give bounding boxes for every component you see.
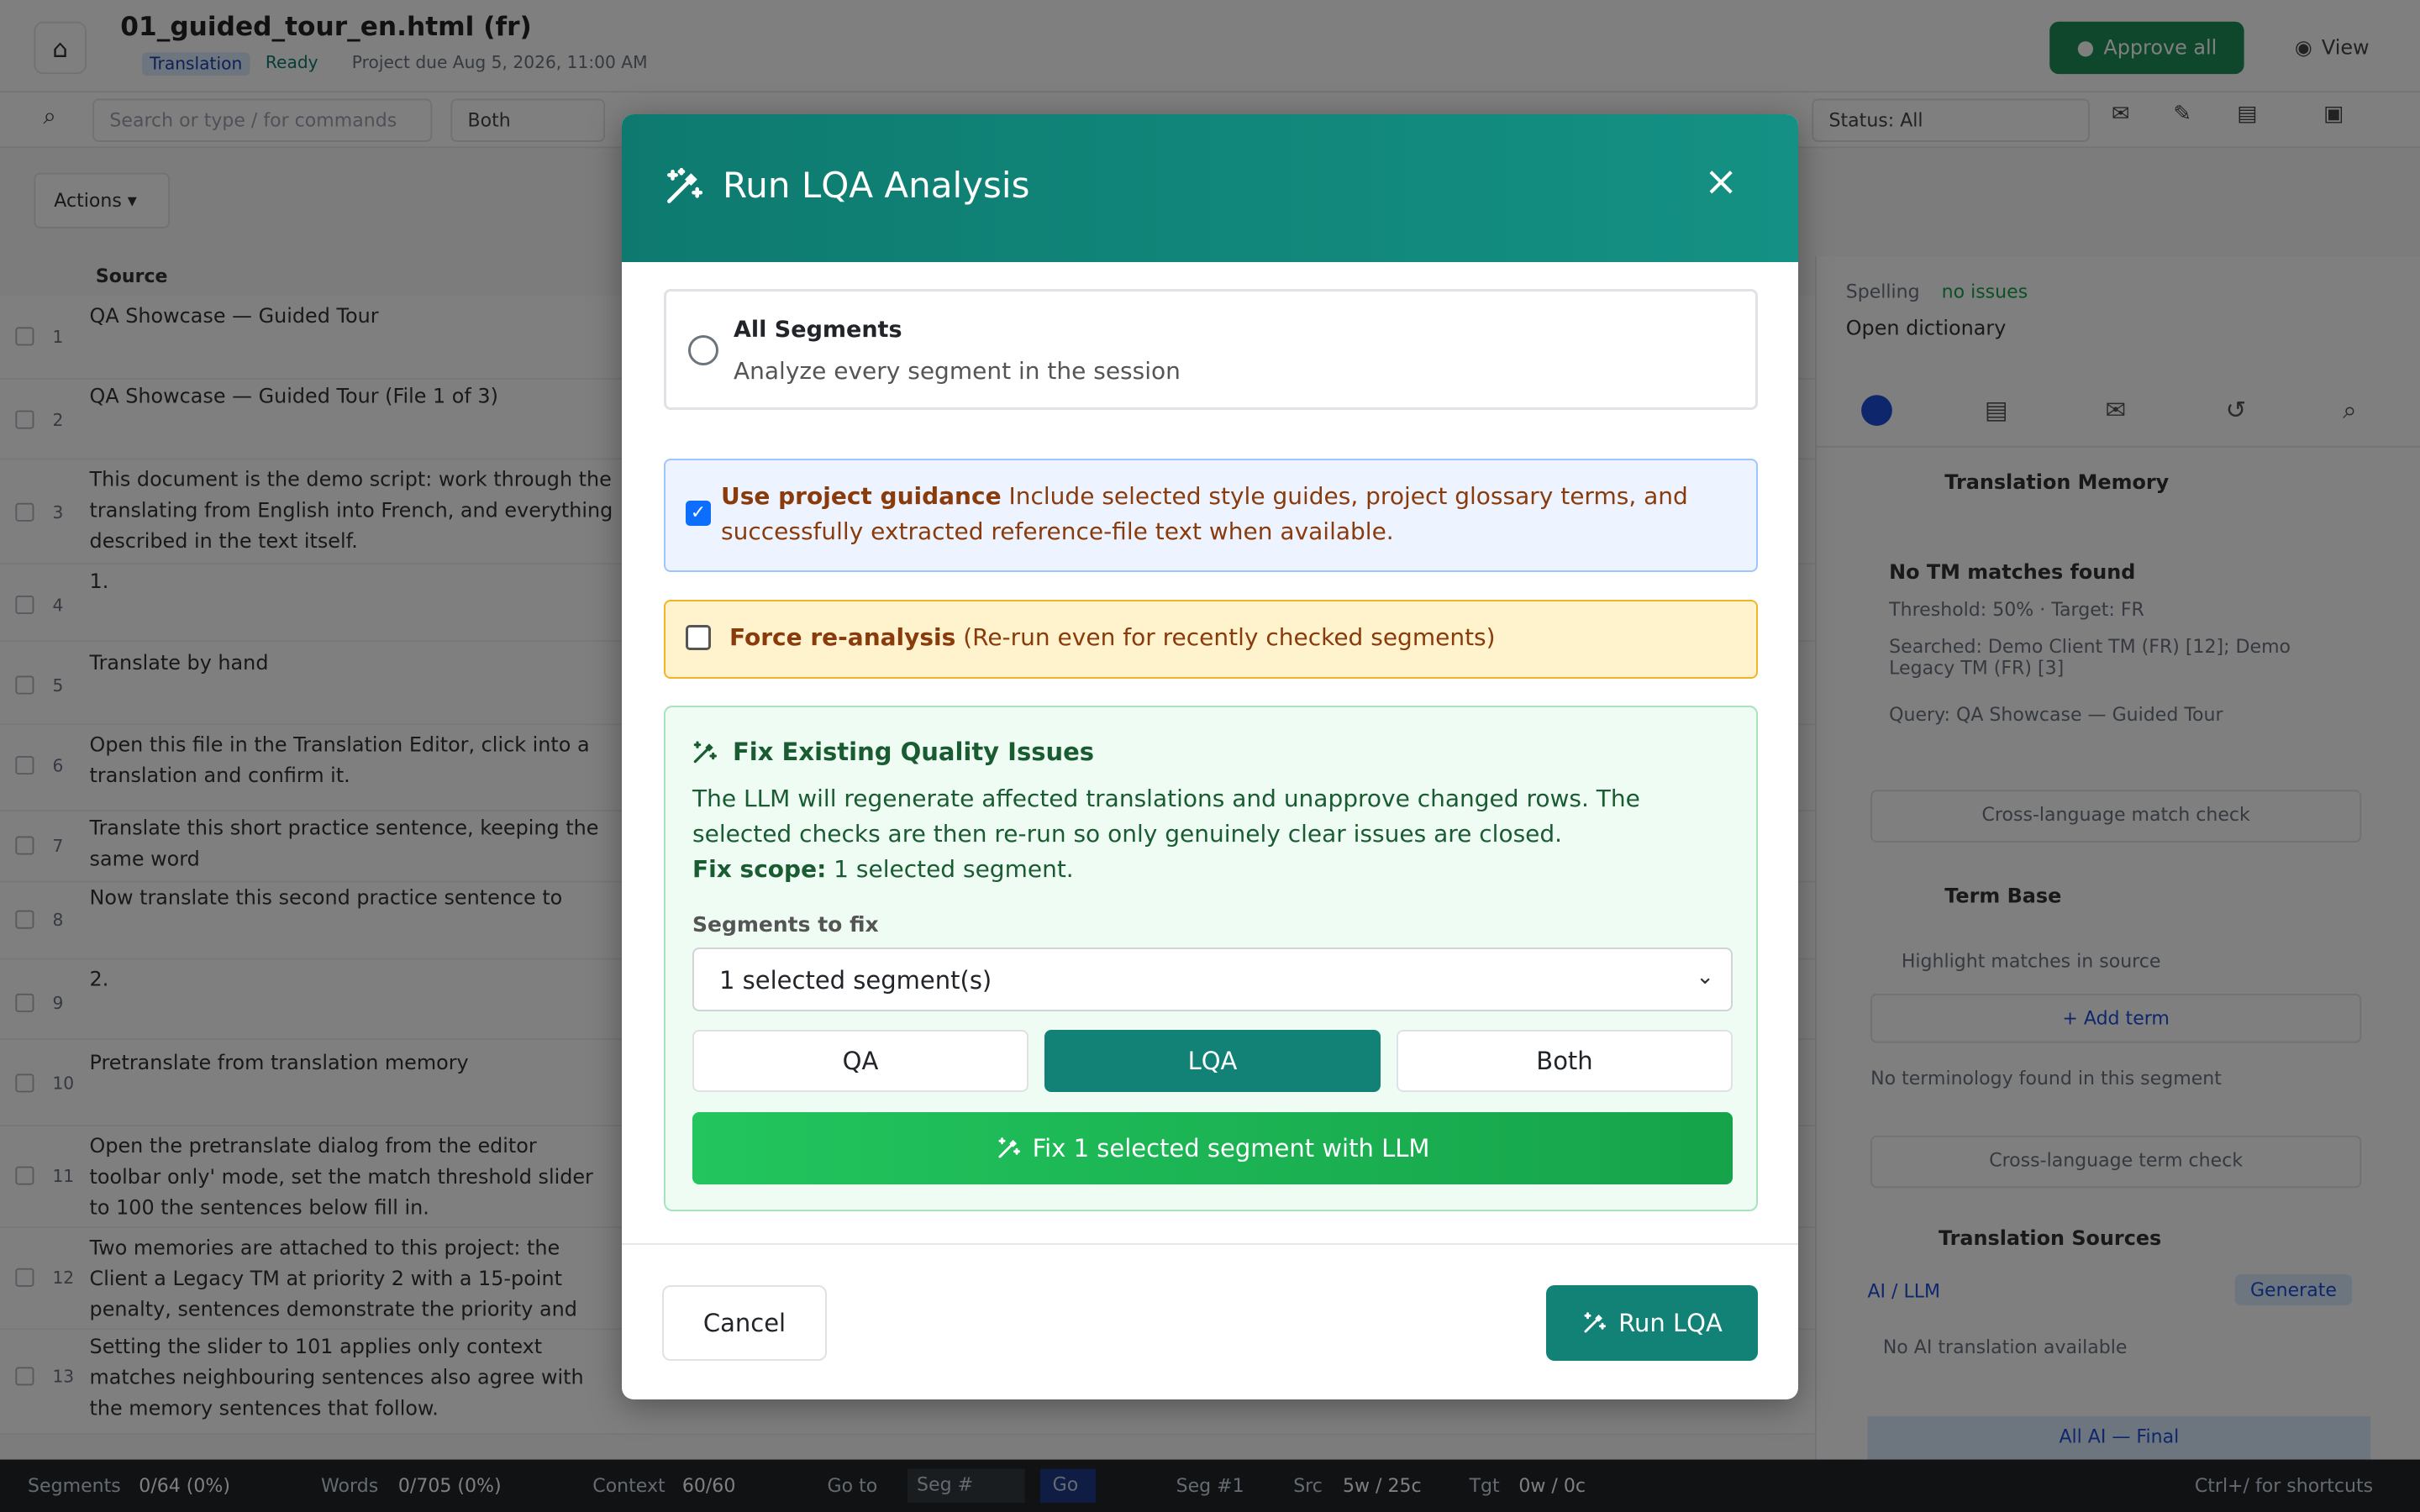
force-reanalysis-desc: (Re-run even for recently checked segmen…	[963, 623, 1496, 651]
chevron-down-icon: ⌄	[1696, 964, 1714, 990]
force-reanalysis-label: Force re-analysis	[729, 623, 956, 651]
fix-issues-desc-block: The LLM will regenerate affected transla…	[692, 781, 1726, 887]
modal-header: Run LQA Analysis ×	[622, 114, 1798, 262]
run-lqa-modal: Run LQA Analysis × All Segments Analyze …	[622, 114, 1798, 1399]
fix-issues-desc: The LLM will regenerate affected transla…	[692, 785, 1640, 848]
fix-issues-title: Fix Existing Quality Issues	[733, 738, 1095, 766]
modal-footer: Cancel Run LQA	[622, 1243, 1798, 1399]
magic-wand-icon	[1584, 1312, 1607, 1333]
modal-title: Run LQA Analysis	[723, 165, 1030, 206]
magic-wand-icon	[693, 741, 717, 764]
fix-scope-value: 1 selected segment.	[834, 855, 1074, 883]
all-segments-option[interactable]: All Segments Analyze every segment in th…	[664, 289, 1758, 410]
cancel-button[interactable]: Cancel	[662, 1285, 827, 1361]
force-reanalysis-text: Force re-analysis (Re-run even for recen…	[729, 623, 1496, 651]
toggle-both[interactable]: Both	[1397, 1030, 1733, 1092]
segments-to-fix-label: Segments to fix	[692, 912, 879, 937]
project-guidance-label: Use project guidance	[721, 482, 1002, 510]
all-segments-radio[interactable]	[688, 335, 718, 365]
magic-wand-icon	[667, 167, 703, 203]
toggle-lqa[interactable]: LQA	[1044, 1030, 1381, 1092]
toggle-qa[interactable]: QA	[692, 1030, 1028, 1092]
run-lqa-label: Run LQA	[1618, 1309, 1723, 1337]
fix-with-llm-button[interactable]: Fix 1 selected segment with LLM	[692, 1112, 1733, 1184]
segments-to-fix-select[interactable]: 1 selected segment(s) ⌄	[692, 948, 1733, 1011]
magic-wand-icon	[998, 1137, 1020, 1158]
project-guidance-option[interactable]: ✓ Use project guidance Include selected …	[664, 459, 1758, 572]
all-segments-title: All Segments	[734, 317, 902, 343]
all-segments-desc: Analyze every segment in the session	[734, 357, 1181, 385]
close-icon[interactable]: ×	[1704, 161, 1738, 202]
force-reanalysis-option[interactable]: Force re-analysis (Re-run even for recen…	[664, 600, 1758, 679]
project-guidance-checkbox[interactable]: ✓	[686, 501, 711, 526]
fix-issues-panel: Fix Existing Quality Issues The LLM will…	[664, 706, 1758, 1211]
force-reanalysis-checkbox[interactable]	[686, 625, 711, 650]
project-guidance-text: Use project guidance Include selected st…	[721, 479, 1729, 549]
fix-with-llm-label: Fix 1 selected segment with LLM	[1032, 1134, 1430, 1163]
fix-scope-label: Fix scope:	[692, 855, 827, 883]
segments-to-fix-value: 1 selected segment(s)	[719, 966, 992, 995]
run-lqa-button[interactable]: Run LQA	[1546, 1285, 1758, 1361]
